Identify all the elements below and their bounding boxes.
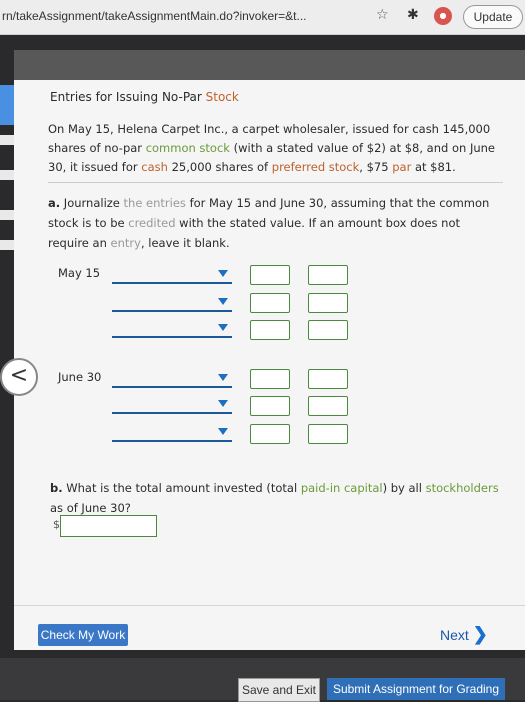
account-dropdown[interactable] [112,322,232,338]
credit-amount-input[interactable] [308,424,348,444]
glossary-link-preferred-stock[interactable]: preferred stock [272,160,360,174]
sidebar-strip [0,85,14,125]
bookmark-star-icon[interactable]: ☆ [376,7,389,23]
check-my-work-button[interactable]: Check My Work [38,624,128,646]
submit-assignment-button[interactable]: Submit Assignment for Grading [327,678,505,700]
page-title: Entries for Issuing No-Par Stock [50,90,239,104]
previous-question-button[interactable]: < [0,358,38,396]
date-label-may-15: May 15 [58,266,101,280]
sidebar-strip [0,210,14,220]
problem-statement: On May 15, Helena Carpet Inc., a carpet … [48,122,495,174]
chevron-down-icon [218,374,228,381]
total-paid-in-capital-input[interactable] [60,515,157,537]
glossary-link-entries[interactable]: the entries [124,196,186,210]
glossary-link-cash[interactable]: cash [141,160,168,174]
chevron-left-icon: < [9,363,29,388]
glossary-link-common-stock[interactable]: common stock [146,141,230,155]
glossary-link-par[interactable]: par [392,160,411,174]
sidebar-strip [0,135,14,145]
date-label-june-30: June 30 [58,370,102,384]
chevron-down-icon [218,428,228,435]
credit-amount-input[interactable] [308,265,348,285]
debit-amount-input[interactable] [250,265,290,285]
chevron-down-icon [218,298,228,305]
glossary-link-entry[interactable]: entry [111,236,141,250]
profile-avatar-icon[interactable]: ● [434,7,452,25]
glossary-link-stock[interactable]: Stock [206,90,239,104]
credit-amount-input[interactable] [308,293,348,313]
debit-amount-input[interactable] [250,293,290,313]
chevron-right-icon: ❯ [472,624,488,644]
glossary-link-credited[interactable]: credited [128,216,175,230]
account-dropdown[interactable] [112,268,232,284]
account-dropdown[interactable] [112,398,232,414]
chevron-down-icon [218,400,228,407]
account-dropdown[interactable] [112,426,232,442]
debit-amount-input[interactable] [250,369,290,389]
url-bar[interactable]: rn/takeAssignment/takeAssignmentMain.do?… [2,9,307,23]
chevron-down-icon [218,324,228,331]
debit-amount-input[interactable] [250,320,290,340]
credit-amount-input[interactable] [308,396,348,416]
account-dropdown[interactable] [112,372,232,388]
sidebar-strip [0,240,14,250]
browser-update-button[interactable]: Update [463,5,523,29]
glossary-link-paid-in-capital[interactable]: paid-in capital [301,481,383,495]
divider [14,605,525,606]
next-label: Next [440,627,469,643]
next-button[interactable]: Next ❯ [440,624,488,645]
glossary-link-stockholders[interactable]: stockholders [426,481,499,495]
account-dropdown[interactable] [112,296,232,312]
debit-amount-input[interactable] [250,424,290,444]
credit-amount-input[interactable] [308,369,348,389]
part-a-instructions: a. Journalize the entries for May 15 and… [48,196,490,250]
assignment-toolbar: ▮▮ ◼ [14,50,525,121]
credit-amount-input[interactable] [308,320,348,340]
debit-amount-input[interactable] [250,396,290,416]
chevron-down-icon [218,270,228,277]
sidebar-strip [0,170,14,180]
browser-toolbar: rn/takeAssignment/takeAssignmentMain.do?… [0,0,525,35]
dollar-sign: $ [53,518,60,531]
part-b-question: b. What is the total amount invested (to… [50,481,499,515]
save-and-exit-button[interactable]: Save and Exit [238,678,320,702]
divider [48,182,503,183]
extension-pin-icon[interactable]: ✱ [407,7,419,23]
